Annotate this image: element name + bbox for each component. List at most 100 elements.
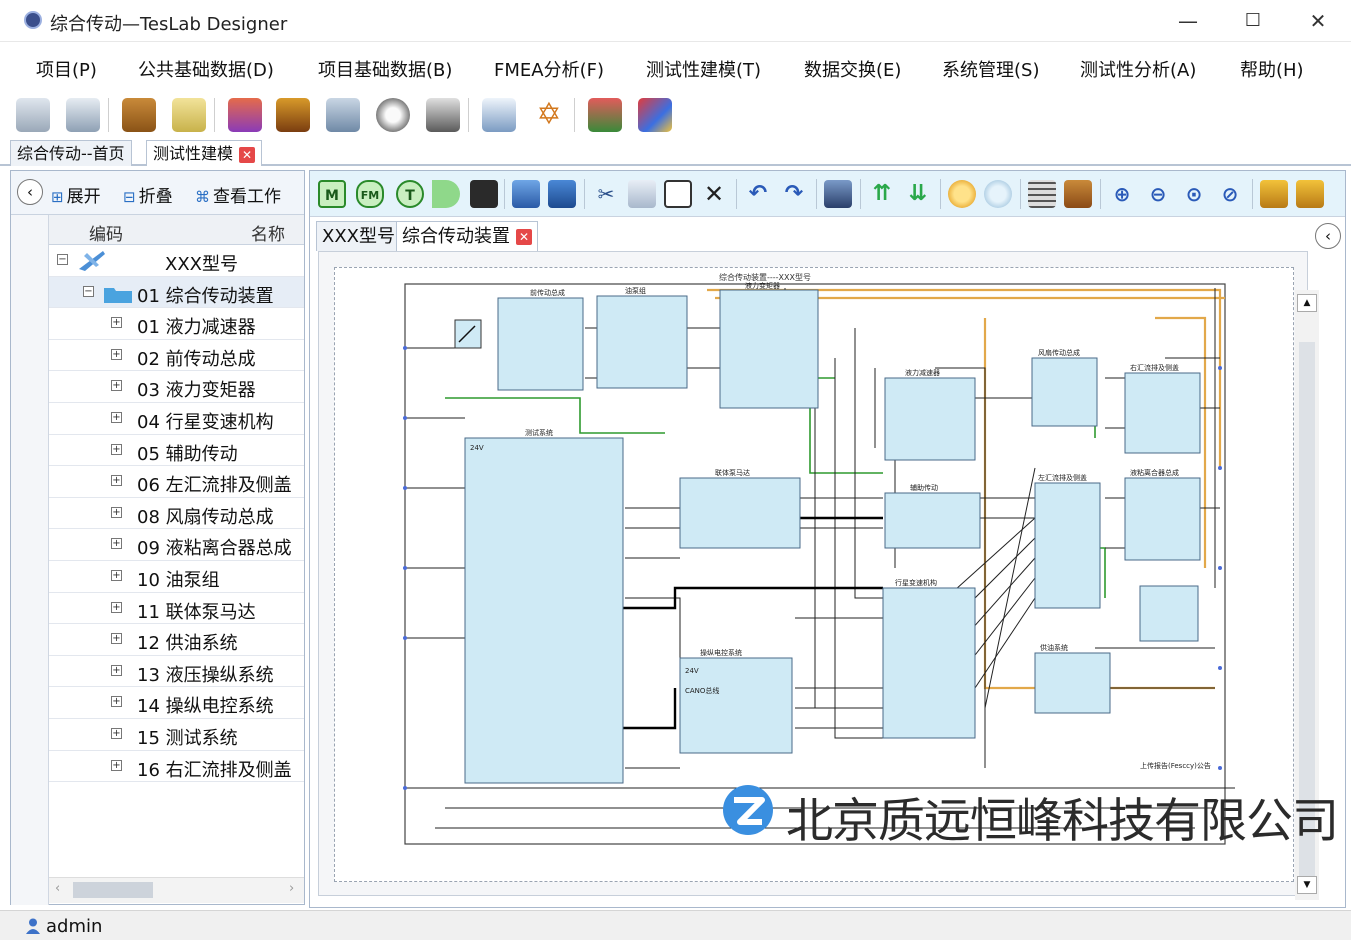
paste-icon[interactable] <box>664 180 692 208</box>
tree-node[interactable]: +16 右汇流排及侧盖 <box>49 751 304 783</box>
expand-node-icon[interactable]: + <box>111 317 122 329</box>
zoom-actual-icon[interactable]: ⊙ <box>1180 180 1208 208</box>
tree-node[interactable]: +02 前传动总成 <box>49 340 304 372</box>
tree-node[interactable]: +01 液力减速器 <box>49 308 304 340</box>
undo-icon[interactable]: ↶ <box>744 180 772 208</box>
expand-node-icon[interactable]: + <box>111 664 122 676</box>
add-switch-icon[interactable] <box>470 180 498 208</box>
zoom-fit-icon[interactable]: ⊘ <box>1216 180 1244 208</box>
collapse-node-icon[interactable]: − <box>83 285 94 297</box>
expand-node-icon[interactable]: + <box>111 569 122 581</box>
find-icon[interactable] <box>824 180 852 208</box>
tree-node[interactable]: +10 油泵组 <box>49 561 304 593</box>
database-edit-icon[interactable] <box>66 98 100 132</box>
scroll-right-icon[interactable]: › <box>289 881 294 896</box>
horizontal-scrollbar[interactable]: ‹ › <box>49 877 304 903</box>
menu-testability-modeling[interactable]: 测试性建模(T) <box>646 56 761 82</box>
minimize-button[interactable]: — <box>1168 6 1208 36</box>
tab-testability-modeling[interactable]: 测试性建模 ✕ <box>146 140 263 166</box>
expand-node-icon[interactable]: + <box>111 633 122 645</box>
scrollbar-thumb[interactable] <box>73 882 153 898</box>
expand-node-icon[interactable]: + <box>111 411 122 423</box>
expand-node-icon[interactable]: + <box>111 696 122 708</box>
close-icon[interactable]: ✕ <box>516 229 532 245</box>
tree-node[interactable]: +14 操纵电控系统 <box>49 687 304 719</box>
tag-icon[interactable] <box>172 98 206 132</box>
expand-node-icon[interactable]: + <box>111 380 122 392</box>
add-module-button[interactable]: M <box>318 180 346 208</box>
add-test-button[interactable]: T <box>396 180 424 208</box>
tree-node[interactable]: +09 液粘离合器总成 <box>49 529 304 561</box>
menu-fmea[interactable]: FMEA分析(F) <box>494 56 604 82</box>
save-icon[interactable] <box>548 180 576 208</box>
menu-public-data[interactable]: 公共基础数据(D) <box>138 56 274 82</box>
fold-button[interactable]: ⊟ 折叠 <box>123 182 173 207</box>
expand-node-icon[interactable]: + <box>111 475 122 487</box>
column-name[interactable]: 名称 <box>251 220 285 245</box>
view-workspace-button[interactable]: ⌘ 查看工作 <box>195 182 281 207</box>
tree-node[interactable]: +05 辅助传动 <box>49 435 304 467</box>
grid-icon[interactable] <box>1028 180 1056 208</box>
menu-system-management[interactable]: 系统管理(S) <box>942 56 1039 82</box>
tree-node-integrated-transmission[interactable]: − 01 综合传动装置 <box>49 276 304 309</box>
tab-integrated-transmission[interactable]: 综合传动装置 ✕ <box>396 221 538 251</box>
collapse-node-icon[interactable]: − <box>57 254 68 265</box>
network-icon[interactable] <box>326 98 360 132</box>
close-button[interactable]: ✕ <box>1298 6 1338 36</box>
zoom-in-icon[interactable]: ⊕ <box>1108 180 1136 208</box>
save-all-icon[interactable] <box>512 180 540 208</box>
tree-node[interactable]: +12 供油系统 <box>49 624 304 656</box>
expand-node-icon[interactable]: + <box>111 443 122 455</box>
tree-node[interactable]: +04 行星变速机构 <box>49 403 304 435</box>
menu-data-exchange[interactable]: 数据交换(E) <box>804 56 901 82</box>
expand-node-icon[interactable]: + <box>111 538 122 550</box>
column-code[interactable]: 编码 <box>89 220 123 245</box>
tab-xxx-model[interactable]: XXX型号 <box>316 221 401 251</box>
collapse-left-panel-button[interactable]: ‹ <box>17 179 43 205</box>
tree-node[interactable]: +08 风扇传动总成 <box>49 498 304 530</box>
expand-button[interactable]: ⊞ 展开 <box>51 182 101 207</box>
gift-icon[interactable] <box>228 98 262 132</box>
bulb-on-icon[interactable] <box>948 180 976 208</box>
zoom-out-icon[interactable]: ⊖ <box>1144 180 1172 208</box>
monitor-icon[interactable] <box>482 98 516 132</box>
scroll-left-icon[interactable]: ‹ <box>55 881 60 896</box>
tab-home[interactable]: 综合传动--首页 <box>10 140 132 166</box>
expand-node-icon[interactable]: + <box>111 506 122 518</box>
database-add-icon[interactable] <box>16 98 50 132</box>
menu-help[interactable]: 帮助(H) <box>1240 56 1304 82</box>
tree-node[interactable]: +06 左汇流排及侧盖 <box>49 466 304 498</box>
delete-icon[interactable]: ✕ <box>700 180 728 208</box>
scroll-down-icon[interactable]: ▼ <box>1297 876 1317 894</box>
menu-project[interactable]: 项目(P) <box>36 56 97 82</box>
bulb-off-icon[interactable] <box>984 180 1012 208</box>
expand-node-icon[interactable]: + <box>111 601 122 613</box>
star-icon[interactable]: ✡ <box>532 98 566 132</box>
tree-node[interactable]: +13 液压操纵系统 <box>49 656 304 688</box>
collapse-right-panel-button[interactable]: ‹ <box>1315 223 1341 249</box>
tools-icon[interactable] <box>276 98 310 132</box>
scroll-up-icon[interactable]: ▲ <box>1297 294 1317 312</box>
move-bottom-icon[interactable]: ⇊ <box>904 180 932 208</box>
tree-node[interactable]: +15 测试系统 <box>49 719 304 751</box>
cut-icon[interactable]: ✂ <box>592 180 620 208</box>
tree-node-root[interactable]: − XXX型号 <box>49 245 304 277</box>
chart-icon[interactable] <box>638 98 672 132</box>
send-back-icon[interactable] <box>1296 180 1324 208</box>
cleaner-icon[interactable] <box>426 98 460 132</box>
bring-front-icon[interactable] <box>1260 180 1288 208</box>
close-icon[interactable]: ✕ <box>239 146 256 163</box>
align-icon[interactable] <box>1064 180 1092 208</box>
flask-icon[interactable] <box>588 98 622 132</box>
expand-node-icon[interactable]: + <box>111 759 122 771</box>
copy-icon[interactable] <box>628 180 656 208</box>
add-output-icon[interactable] <box>432 180 460 208</box>
menu-project-data[interactable]: 项目基础数据(B) <box>318 56 452 82</box>
tree-node[interactable]: +03 液力变矩器 <box>49 371 304 403</box>
maximize-button[interactable]: ☐ <box>1233 6 1273 36</box>
move-top-icon[interactable]: ⇈ <box>868 180 896 208</box>
expand-node-icon[interactable]: + <box>111 727 122 739</box>
redo-icon[interactable]: ↷ <box>780 180 808 208</box>
tree-node[interactable]: +11 联体泵马达 <box>49 593 304 625</box>
menu-testability-analysis[interactable]: 测试性分析(A) <box>1080 56 1196 82</box>
